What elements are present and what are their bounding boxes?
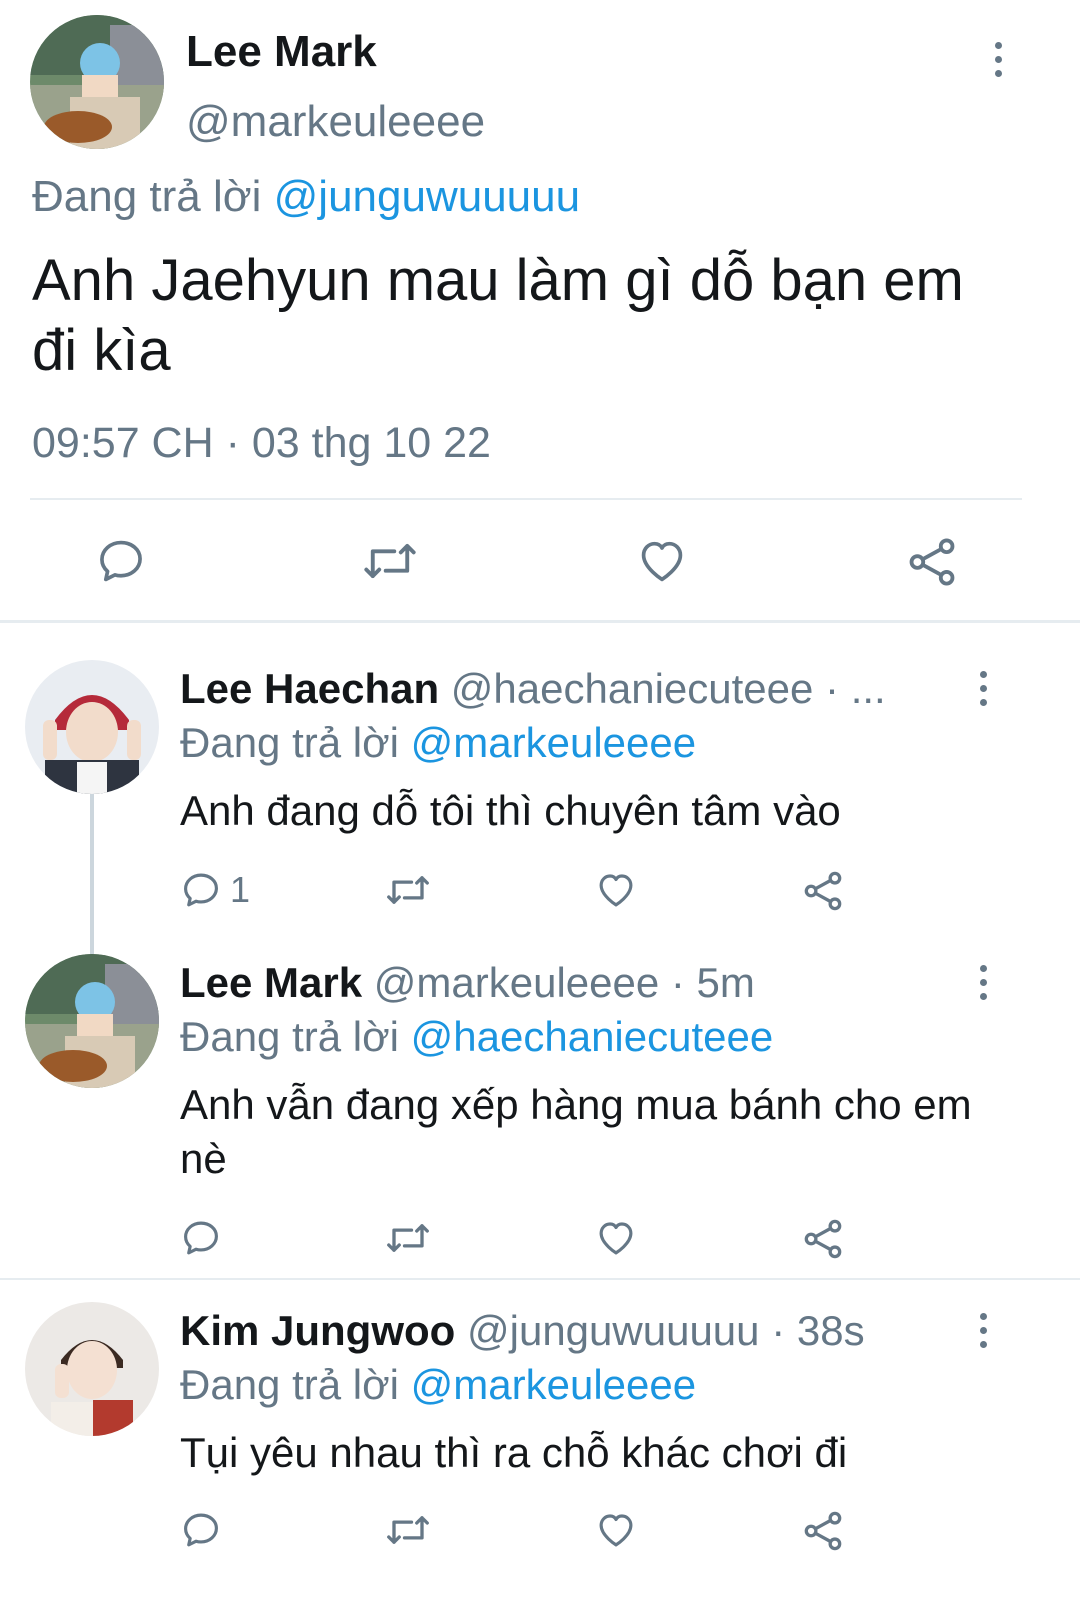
avatar[interactable] xyxy=(25,954,159,1088)
reply-icon xyxy=(100,540,142,582)
replying-to-link[interactable]: @haechaniecuteee xyxy=(411,1013,774,1060)
replying-prefix: Đang trả lời xyxy=(180,1013,399,1060)
author-handle[interactable]: @haechaniecuteee · ... xyxy=(451,665,886,712)
share-icon xyxy=(804,871,842,911)
reply-icon xyxy=(184,873,218,907)
reply-button[interactable] xyxy=(95,535,147,587)
share-icon xyxy=(909,538,955,586)
replying-to-link[interactable]: @markeuleeee xyxy=(411,1361,696,1408)
share-icon xyxy=(804,1511,842,1551)
author-name[interactable]: Lee Haechan xyxy=(180,665,439,712)
reply-count: 1 xyxy=(230,869,251,910)
reply-divider xyxy=(0,1278,1080,1280)
tweet-timestamp[interactable]: 09:57 CH · 03 thg 10 22 xyxy=(32,422,491,465)
replying-prefix: Đang trả lời xyxy=(32,172,262,221)
like-button[interactable] xyxy=(594,869,638,911)
replying-to-link[interactable]: @junguwuuuuu xyxy=(274,172,580,221)
retweet-icon xyxy=(387,876,429,904)
more-vertical-icon[interactable] xyxy=(991,42,1005,77)
tweet-text: Tụi yêu nhau thì ra chỗ khác chơi đi xyxy=(180,1429,848,1476)
heart-icon xyxy=(599,1222,633,1255)
share-button[interactable] xyxy=(801,1509,845,1553)
author-handle[interactable]: @markeuleeee · 5m xyxy=(374,959,755,1006)
more-vertical-icon[interactable] xyxy=(976,1313,990,1348)
more-vertical-icon[interactable] xyxy=(976,671,990,706)
author-name[interactable]: Lee Mark xyxy=(186,30,377,74)
like-button[interactable] xyxy=(594,1509,638,1551)
replying-prefix: Đang trả lời xyxy=(180,1361,399,1408)
retweet-icon xyxy=(364,543,416,579)
avatar[interactable] xyxy=(25,660,159,794)
avatar[interactable] xyxy=(30,15,164,149)
share-button[interactable] xyxy=(801,1217,845,1261)
share-icon xyxy=(804,1219,842,1259)
author-name[interactable]: Kim Jungwoo xyxy=(180,1307,455,1354)
avatar[interactable] xyxy=(25,1302,159,1436)
section-divider xyxy=(0,620,1080,623)
heart-icon xyxy=(599,874,633,907)
author-name[interactable]: Lee Mark xyxy=(180,959,362,1006)
heart-icon xyxy=(641,541,683,582)
replying-line: Đang trả lời @haechaniecuteee xyxy=(180,1016,773,1058)
like-button[interactable] xyxy=(635,535,689,587)
retweet-icon xyxy=(387,1224,429,1252)
thread-line xyxy=(90,794,94,954)
share-button[interactable] xyxy=(905,535,959,589)
retweet-button[interactable] xyxy=(362,535,418,587)
reply-header: Kim Jungwoo @junguwuuuuu · 38s xyxy=(180,1310,865,1352)
replying-to-link[interactable]: @markeuleeee xyxy=(411,719,696,766)
divider xyxy=(30,498,1022,500)
reply-button[interactable] xyxy=(180,1509,230,1551)
reply-icon xyxy=(184,1221,218,1255)
like-button[interactable] xyxy=(594,1217,638,1259)
reply-button[interactable]: 1 xyxy=(180,869,250,911)
reply-button[interactable] xyxy=(180,1217,230,1259)
reply-header: Lee Mark @markeuleeee · 5m xyxy=(180,962,755,1004)
author-handle[interactable]: @markeuleeee xyxy=(186,100,485,144)
retweet-button[interactable] xyxy=(385,1509,431,1551)
more-vertical-icon[interactable] xyxy=(976,965,990,1000)
tweet-text: Anh Jaehyun mau làm gì dỗ bạn em đi kìa xyxy=(32,248,964,383)
heart-icon xyxy=(599,1514,633,1547)
retweet-button[interactable] xyxy=(385,869,431,911)
author-handle[interactable]: @junguwuuuuu · 38s xyxy=(467,1307,865,1354)
retweet-icon xyxy=(387,1516,429,1544)
tweet-text: Anh vẫn đang xếp hàng mua bánh cho em nè xyxy=(180,1081,972,1182)
replying-prefix: Đang trả lời xyxy=(180,719,399,766)
reply-header: Lee Haechan @haechaniecuteee · ... xyxy=(180,668,886,710)
share-button[interactable] xyxy=(801,869,845,913)
tweet-text: Anh đang dỗ tôi thì chuyên tâm vào xyxy=(180,787,841,834)
replying-line: Đang trả lời @junguwuuuuu xyxy=(32,175,580,219)
replying-line: Đang trả lời @markeuleeee xyxy=(180,722,696,764)
reply-icon xyxy=(184,1513,218,1547)
replying-line: Đang trả lời @markeuleeee xyxy=(180,1364,696,1406)
retweet-button[interactable] xyxy=(385,1217,431,1259)
